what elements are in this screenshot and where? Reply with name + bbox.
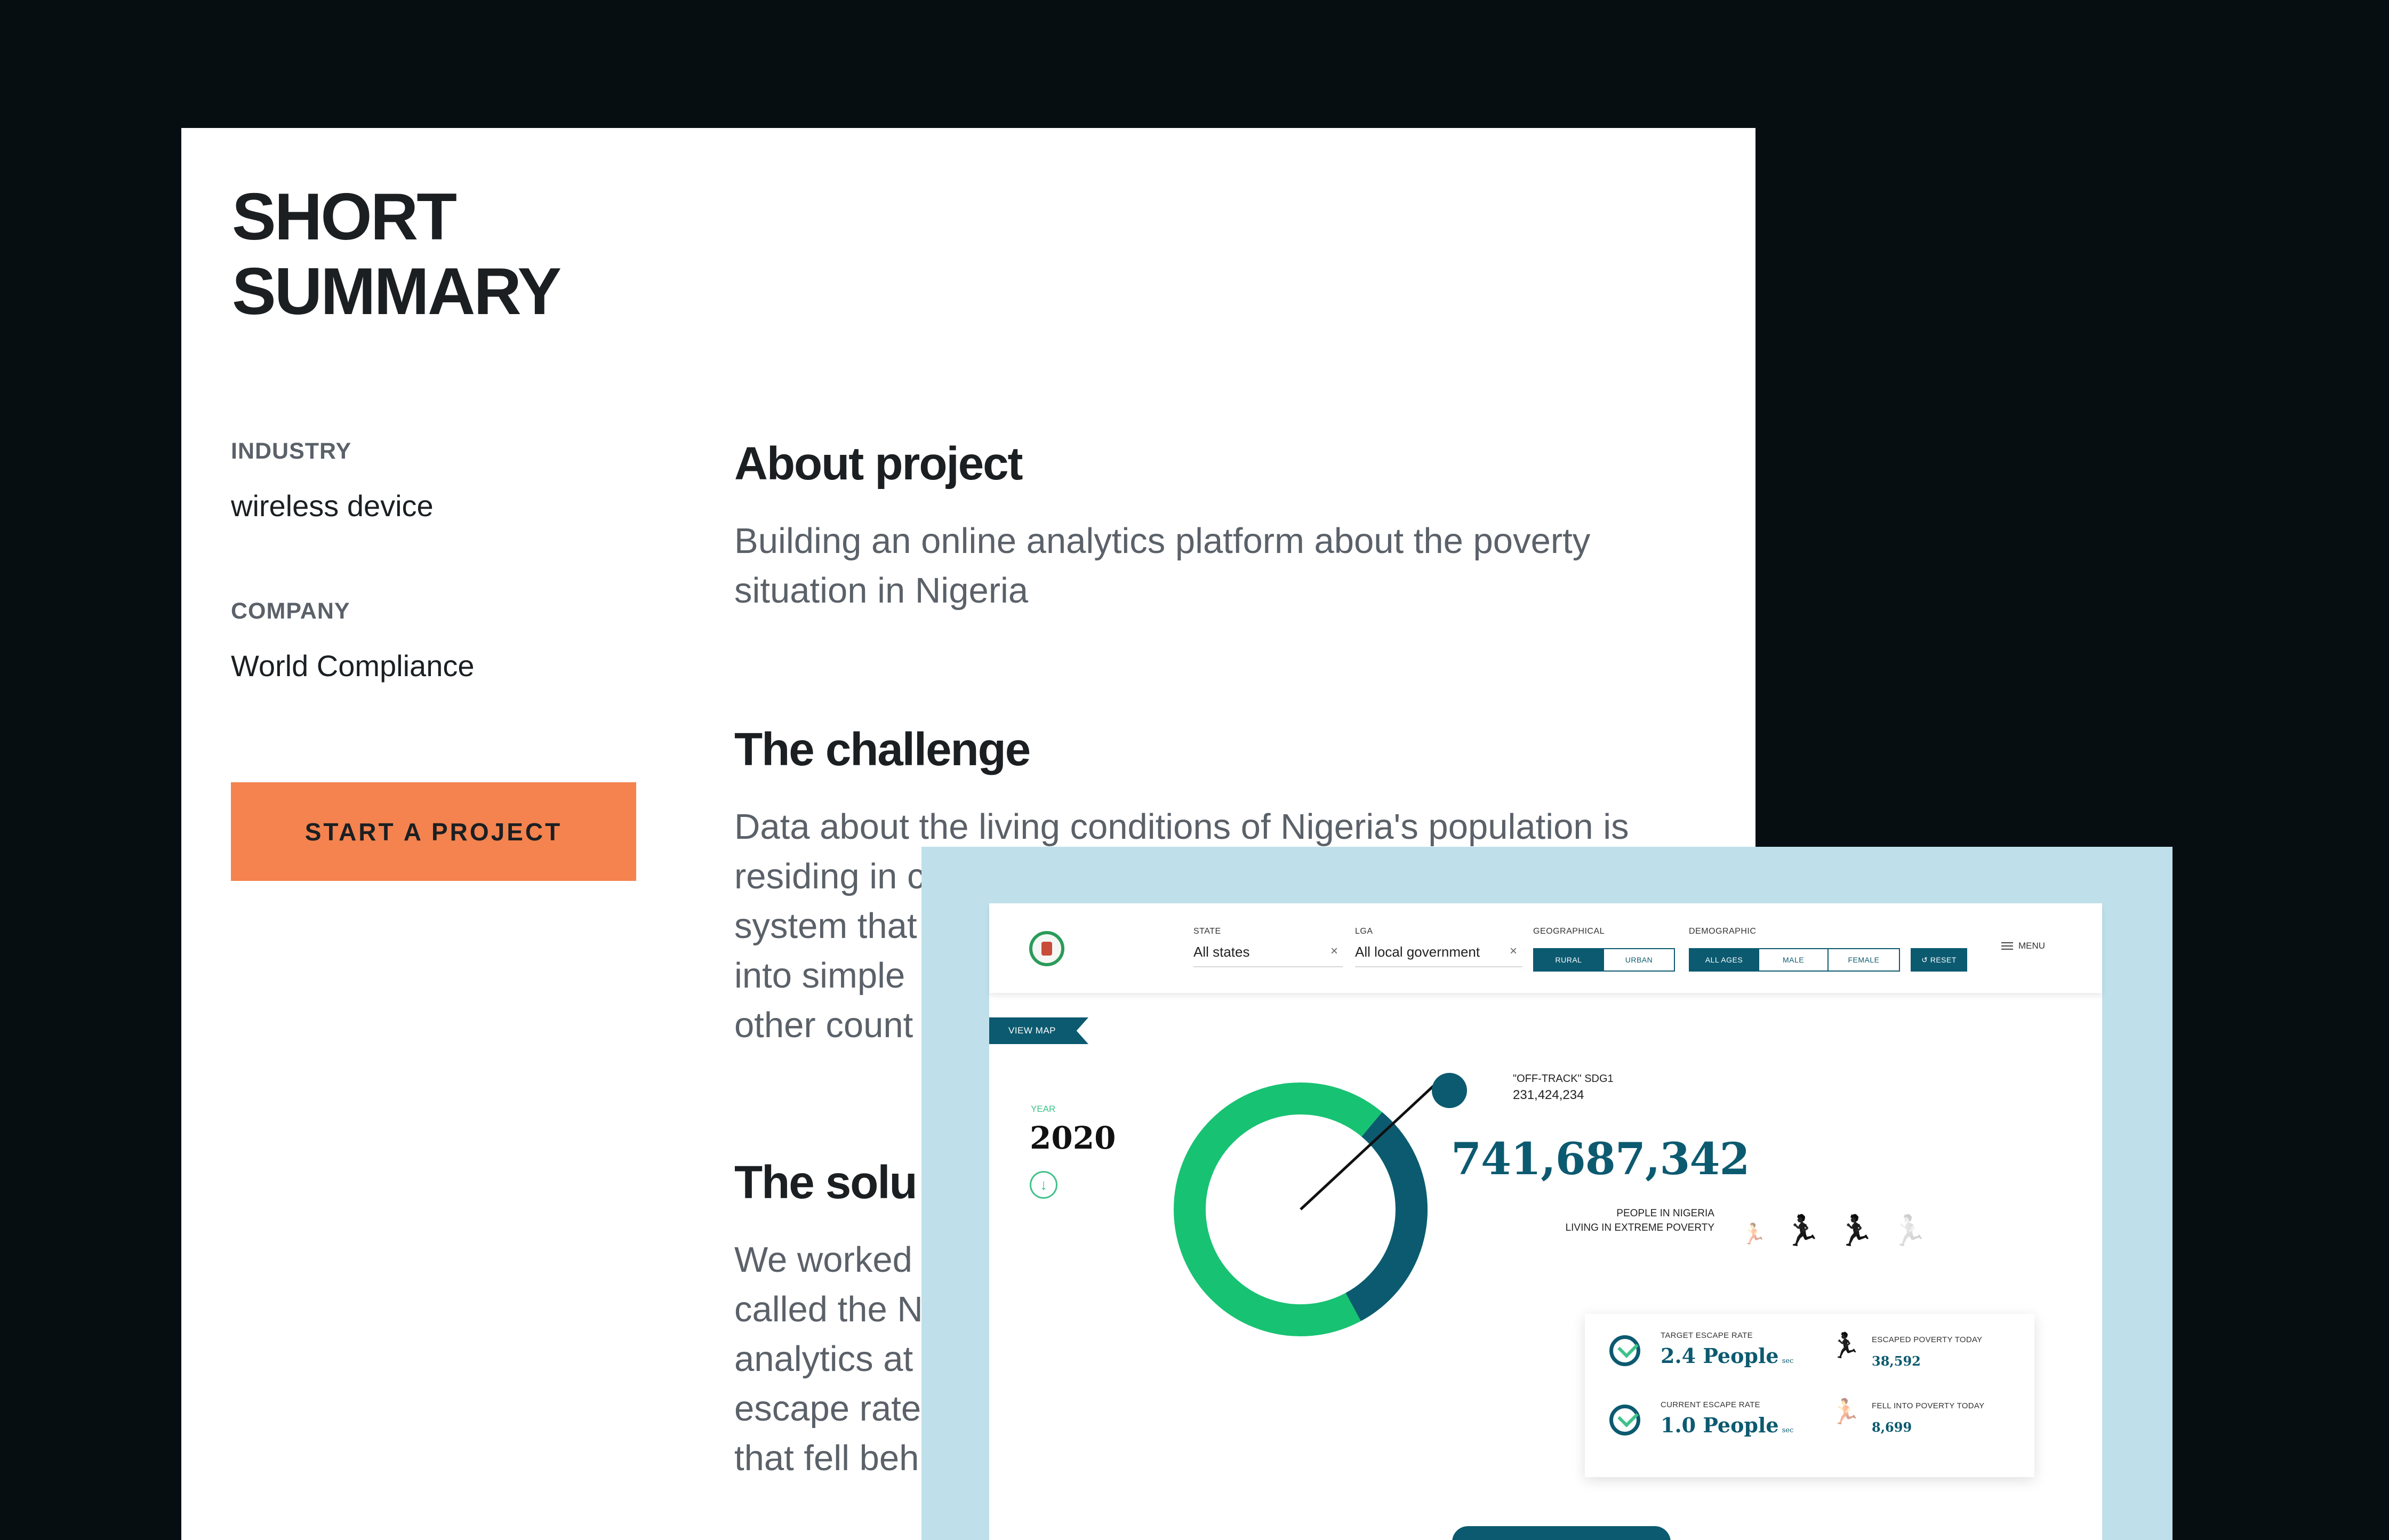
demo-option-all-ages[interactable]: ALL AGES	[1690, 949, 1759, 970]
menu-label: MENU	[2018, 941, 2046, 951]
target-check-icon	[1609, 1335, 1640, 1366]
start-project-button[interactable]: START A PROJECT	[231, 782, 636, 881]
state-clear-icon[interactable]: ×	[1330, 944, 1338, 959]
geo-option-rural[interactable]: RURAL	[1534, 949, 1604, 970]
escaped-label: ESCAPED POVERTY TODAY	[1872, 1335, 1983, 1344]
target-rate-value: 2.4 People sec	[1661, 1344, 1793, 1368]
page-title: SHORT SUMMARY	[232, 180, 765, 329]
current-rate-value: 1.0 People sec	[1661, 1413, 1793, 1437]
view-map-tab[interactable]: VIEW MAP	[989, 1017, 1088, 1044]
geo-toggle: RURAL URBAN	[1533, 948, 1675, 972]
challenge-line: Data about the living conditions of Nige…	[734, 807, 1629, 847]
lga-clear-icon[interactable]: ×	[1510, 944, 1517, 959]
current-rate-unit: sec	[1782, 1426, 1794, 1434]
off-track-label: "OFF-TRACK" SDG1	[1513, 1073, 1614, 1085]
runner-icon: 🏃	[1741, 1223, 1767, 1246]
company-value: World Compliance	[231, 649, 475, 683]
coat-of-arms-logo	[1029, 931, 1064, 966]
about-title: About project	[734, 438, 1023, 490]
about-text: Building an online analytics platform ab…	[734, 521, 1591, 611]
dashboard-screenshot: STATE All states × LGA All local governm…	[921, 847, 2172, 1540]
reset-button[interactable]: ↺ RESET	[1911, 948, 1967, 972]
page-title-line1: SHORT	[232, 180, 457, 254]
target-rate-unit: sec	[1782, 1357, 1794, 1365]
lga-underline	[1355, 966, 1522, 967]
dashboard-header: STATE All states × LGA All local governm…	[989, 903, 2102, 993]
state-underline	[1193, 966, 1343, 967]
challenge-title: The challenge	[734, 724, 1031, 775]
hamburger-icon	[2001, 942, 2013, 950]
state-filter-label: STATE	[1193, 927, 1221, 936]
demo-option-female[interactable]: FEMALE	[1829, 949, 1899, 970]
escaped-value: 38,592	[1872, 1353, 1921, 1369]
poverty-donut-chart	[1174, 1081, 1438, 1336]
escape-rate-panel: TARGET ESCAPE RATE 2.4 People sec CURRENT…	[1585, 1314, 2034, 1477]
lga-filter-label: LGA	[1355, 927, 1373, 936]
dashboard-frame: STATE All states × LGA All local governm…	[989, 903, 2102, 1540]
target-rate-number: 2.4 People	[1661, 1344, 1779, 1368]
demo-option-male[interactable]: MALE	[1759, 949, 1829, 970]
geo-filter-label: GEOGRAPHICAL	[1533, 927, 1605, 936]
runner-icon: 🏃	[1784, 1214, 1821, 1247]
current-rate-number: 1.0 People	[1661, 1413, 1779, 1437]
poverty-caption-line1: PEOPLE IN NIGERIA	[1616, 1208, 1714, 1219]
geo-option-urban[interactable]: URBAN	[1604, 949, 1674, 970]
off-track-dot	[1432, 1073, 1467, 1108]
current-check-icon	[1609, 1405, 1640, 1435]
fell-value: 8,699	[1872, 1419, 1912, 1435]
current-rate-label: CURRENT ESCAPE RATE	[1661, 1400, 1760, 1409]
lga-filter-select[interactable]: All local government	[1355, 944, 1480, 960]
industry-value: wireless device	[231, 489, 434, 523]
solution-title: The solu	[734, 1157, 918, 1208]
year-value: 2020	[1030, 1120, 1116, 1156]
poverty-caption-line2: LIVING IN EXTREME POVERTY	[1565, 1222, 1714, 1233]
year-label: YEAR	[1031, 1104, 1056, 1114]
fell-runner-icon: 🏃	[1830, 1398, 1861, 1425]
poverty-total: 741,687,342	[1451, 1134, 1750, 1185]
industry-label: INDUSTRY	[231, 438, 352, 464]
year-down-arrow-icon[interactable]: ↓	[1030, 1171, 1057, 1199]
poverty-caption: PEOPLE IN NIGERIA LIVING IN EXTREME POVE…	[1517, 1206, 1714, 1235]
company-label: COMPANY	[231, 598, 350, 624]
target-rate-label: TARGET ESCAPE RATE	[1661, 1331, 1753, 1340]
escaped-runner-icon: 🏃	[1830, 1332, 1861, 1359]
fell-label: FELL INTO POVERTY TODAY	[1872, 1401, 1985, 1410]
menu-button[interactable]: MENU	[2001, 941, 2045, 951]
page-title-line2: SUMMARY	[232, 255, 562, 328]
off-track-value: 231,424,234	[1513, 1088, 1584, 1102]
runner-icon: 🏃	[1837, 1214, 1874, 1247]
demo-toggle: ALL AGES MALE FEMALE	[1689, 948, 1900, 972]
runner-icon: 🏃	[1890, 1214, 1928, 1247]
bottom-action-button[interactable]	[1452, 1526, 1671, 1540]
demo-filter-label: DEMOGRAPHIC	[1689, 927, 1757, 936]
state-filter-select[interactable]: All states	[1193, 944, 1250, 960]
